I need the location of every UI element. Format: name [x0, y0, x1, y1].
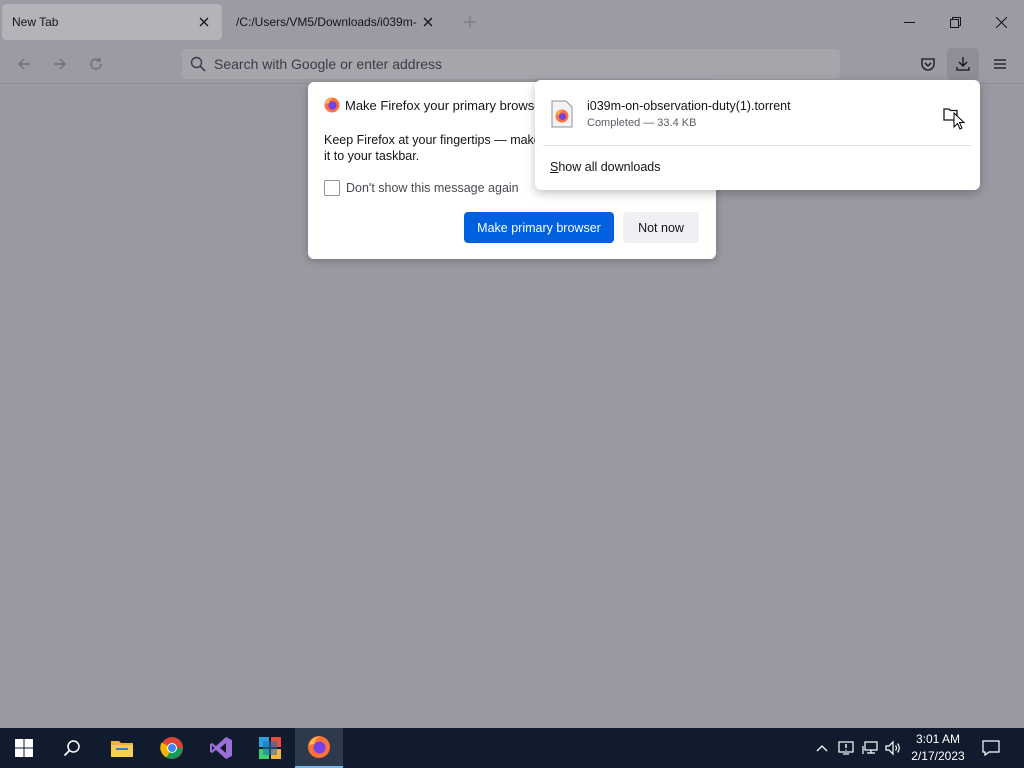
app-menu-button[interactable] [984, 48, 1016, 80]
tab-strip: New Tab /C:/Users/VM5/Downloads/i039m- [0, 0, 1024, 44]
firefox-logo-icon [324, 97, 340, 113]
navigation-toolbar [0, 44, 1024, 84]
close-tab-icon[interactable] [196, 14, 212, 30]
dialog-title-text: Make Firefox your primary browser? [345, 97, 554, 113]
show-all-downloads-link[interactable]: Show all downloads [550, 160, 661, 174]
hamburger-menu-icon [994, 59, 1006, 69]
address-bar[interactable] [182, 49, 840, 79]
firefox-icon [308, 736, 330, 758]
tab-title: /C:/Users/VM5/Downloads/i039m- [236, 15, 417, 29]
search-input[interactable] [206, 56, 840, 72]
downloads-panel: i039m-on-observation-duty(1).torrent Com… [535, 80, 980, 190]
show-in-folder-button[interactable] [935, 98, 967, 130]
taskbar-chrome[interactable] [148, 728, 196, 768]
back-arrow-icon [18, 58, 30, 70]
downloads-button[interactable] [947, 48, 979, 80]
dialog-title: Make Firefox your primary browser? [324, 97, 553, 113]
forward-arrow-icon [54, 58, 66, 70]
folder-icon [111, 741, 133, 757]
minimize-icon [903, 21, 915, 23]
forward-button[interactable] [48, 52, 72, 76]
download-status: Completed — 33.4 KB [587, 117, 697, 129]
search-icon [190, 56, 206, 72]
taskbar-visual-studio[interactable] [197, 728, 245, 768]
taskbar-file-explorer[interactable] [98, 728, 146, 768]
clock-date: 2/17/2023 [911, 749, 965, 763]
pocket-icon [921, 58, 935, 71]
start-button[interactable] [0, 728, 48, 768]
pocket-button[interactable] [912, 48, 944, 80]
download-info: i039m-on-observation-duty(1).torrent Com… [587, 99, 935, 129]
checkbox-label: Don't show this message again [346, 181, 519, 195]
chrome-icon [160, 737, 183, 759]
notification-icon [982, 740, 1000, 756]
taskbar-windows-store[interactable] [246, 728, 294, 768]
dont-show-again-checkbox[interactable] [324, 180, 340, 196]
tab-downloads-file[interactable]: /C:/Users/VM5/Downloads/i039m- [226, 4, 446, 40]
taskbar-clock[interactable]: 3:01 AM 2/17/2023 [906, 731, 970, 765]
tray-network-icon[interactable] [860, 738, 880, 758]
network-icon [862, 741, 878, 754]
show-all-downloads-text: how all downloads [558, 160, 661, 174]
not-now-button[interactable]: Not now [623, 212, 699, 243]
store-icon [259, 737, 281, 759]
back-button[interactable] [12, 52, 36, 76]
taskbar-firefox[interactable] [295, 728, 343, 768]
restore-icon [949, 16, 961, 28]
tab-new-tab[interactable]: New Tab [2, 4, 222, 40]
file-icon [551, 100, 573, 128]
tray-security-icon[interactable] [836, 738, 856, 758]
reload-button[interactable] [84, 52, 108, 76]
plus-icon [464, 16, 476, 28]
close-window-button[interactable] [978, 0, 1024, 44]
taskbar-search-button[interactable] [48, 728, 96, 768]
make-primary-browser-button[interactable]: Make primary browser [464, 212, 614, 243]
action-center-button[interactable] [976, 728, 1006, 768]
download-filename: i039m-on-observation-duty(1).torrent [587, 99, 791, 113]
clock-time: 3:01 AM [915, 732, 961, 746]
new-tab-button[interactable] [460, 12, 480, 32]
tray-volume-icon[interactable] [883, 738, 903, 758]
search-icon [63, 740, 80, 757]
visual-studio-icon [210, 737, 232, 759]
monitor-warning-icon [838, 741, 854, 755]
windows-logo-icon [15, 739, 33, 757]
dont-show-again-option[interactable]: Don't show this message again [324, 180, 519, 196]
speaker-icon [885, 740, 900, 756]
show-hidden-icons-button[interactable] [812, 738, 832, 758]
download-item[interactable]: i039m-on-observation-duty(1).torrent Com… [543, 86, 971, 142]
minimize-button[interactable] [886, 0, 932, 44]
windows-taskbar: 3:01 AM 2/17/2023 [0, 728, 1024, 768]
close-tab-icon[interactable] [420, 14, 436, 30]
reload-icon [90, 57, 102, 70]
restore-button[interactable] [932, 0, 978, 44]
mouse-cursor-icon [953, 112, 966, 130]
download-icon [956, 57, 970, 71]
divider [543, 145, 972, 146]
chevron-up-icon [816, 745, 828, 752]
tab-title: New Tab [12, 15, 59, 29]
close-icon [995, 16, 1007, 28]
